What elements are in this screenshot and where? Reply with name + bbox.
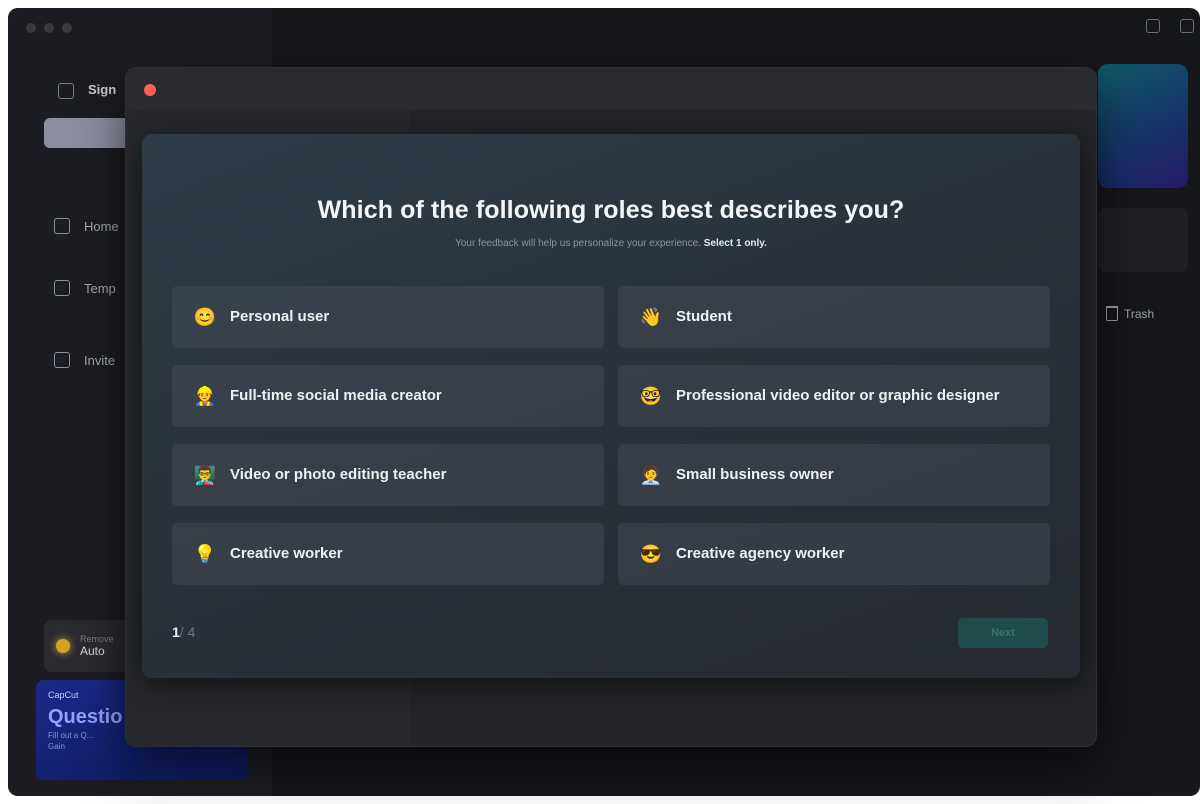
step-indicator: 1/ 4 bbox=[172, 624, 195, 640]
dialog-subtitle: Your feedback will help us personalize y… bbox=[142, 238, 1080, 249]
option-personal-user[interactable]: 😊 Personal user bbox=[172, 286, 604, 348]
dialog-subtitle-text: Your feedback will help us personalize y… bbox=[455, 238, 701, 249]
notification-icon[interactable] bbox=[1146, 19, 1160, 33]
pro-upsell-sub: Remove bbox=[80, 634, 114, 644]
sidebar-item-home[interactable]: Home bbox=[54, 218, 119, 234]
option-student[interactable]: 👋 Student bbox=[618, 286, 1050, 348]
pro-upsell-text: Remove Auto bbox=[80, 634, 114, 658]
banner-image bbox=[1098, 64, 1188, 188]
sidebar-item-label: Home bbox=[84, 218, 119, 234]
sidebar-item-label: Temp bbox=[84, 280, 116, 296]
sidebar-item-templates[interactable]: Temp bbox=[54, 280, 116, 296]
option-social-media-creator[interactable]: 👷 Full-time social media creator bbox=[172, 365, 604, 427]
option-label: Creative agency worker bbox=[676, 545, 845, 562]
option-small-business-owner[interactable]: 🧑‍💼 Small business owner bbox=[618, 444, 1050, 506]
sunglasses-face-icon: 😎 bbox=[639, 544, 663, 564]
pro-upsell-label: Auto bbox=[80, 644, 105, 658]
light-bulb-icon: 💡 bbox=[193, 544, 217, 564]
option-label: Video or photo editing teacher bbox=[230, 466, 447, 483]
option-editing-teacher[interactable]: 👨‍🏫 Video or photo editing teacher bbox=[172, 444, 604, 506]
option-label: Personal user bbox=[230, 308, 330, 325]
waving-hand-icon: 👋 bbox=[639, 307, 663, 327]
option-creative-worker[interactable]: 💡 Creative worker bbox=[172, 523, 604, 585]
nerd-face-icon: 🤓 bbox=[639, 386, 663, 406]
role-survey-dialog: Which of the following roles best descri… bbox=[142, 134, 1080, 678]
traffic-light-zoom[interactable] bbox=[62, 23, 72, 33]
worker-icon: 👷 bbox=[193, 386, 217, 406]
trash-button[interactable]: Trash bbox=[1106, 306, 1154, 321]
dialog-subtitle-emphasis: Select 1 only. bbox=[703, 238, 767, 249]
home-icon bbox=[54, 218, 70, 234]
option-label: Creative worker bbox=[230, 545, 343, 562]
option-professional-editor[interactable]: 🤓 Professional video editor or graphic d… bbox=[618, 365, 1050, 427]
step-current: 1 bbox=[172, 624, 180, 640]
brand-label: Sign bbox=[88, 82, 117, 97]
next-button[interactable]: Next bbox=[958, 618, 1048, 648]
option-label: Student bbox=[676, 308, 732, 325]
trash-icon bbox=[1106, 306, 1118, 321]
template-icon bbox=[54, 280, 70, 296]
option-label: Full-time social media creator bbox=[230, 387, 442, 404]
invite-icon bbox=[54, 352, 70, 368]
window-titlebar bbox=[126, 68, 1096, 110]
content-block bbox=[1098, 208, 1188, 272]
traffic-light-minimize[interactable] bbox=[44, 23, 54, 33]
smiling-face-icon: 😊 bbox=[193, 307, 217, 327]
teacher-icon: 👨‍🏫 bbox=[193, 465, 217, 485]
dialog-title: Which of the following roles best descri… bbox=[317, 196, 905, 224]
option-label: Professional video editor or graphic des… bbox=[676, 387, 1000, 404]
brand-logo-icon bbox=[58, 82, 74, 99]
business-person-icon: 🧑‍💼 bbox=[639, 465, 663, 485]
option-creative-agency-worker[interactable]: 😎 Creative agency worker bbox=[618, 523, 1050, 585]
settings-icon[interactable] bbox=[1180, 19, 1194, 33]
sun-icon bbox=[56, 639, 70, 653]
option-label: Small business owner bbox=[676, 466, 834, 483]
trash-label: Trash bbox=[1124, 306, 1155, 321]
traffic-light-close[interactable] bbox=[26, 23, 36, 33]
sidebar-item-label: Invite bbox=[84, 352, 116, 368]
sidebar-brand: Sign bbox=[58, 82, 116, 99]
step-total: / 4 bbox=[179, 624, 196, 640]
window-close-button[interactable] bbox=[144, 84, 156, 96]
sidebar-item-invite[interactable]: Invite bbox=[54, 352, 115, 368]
